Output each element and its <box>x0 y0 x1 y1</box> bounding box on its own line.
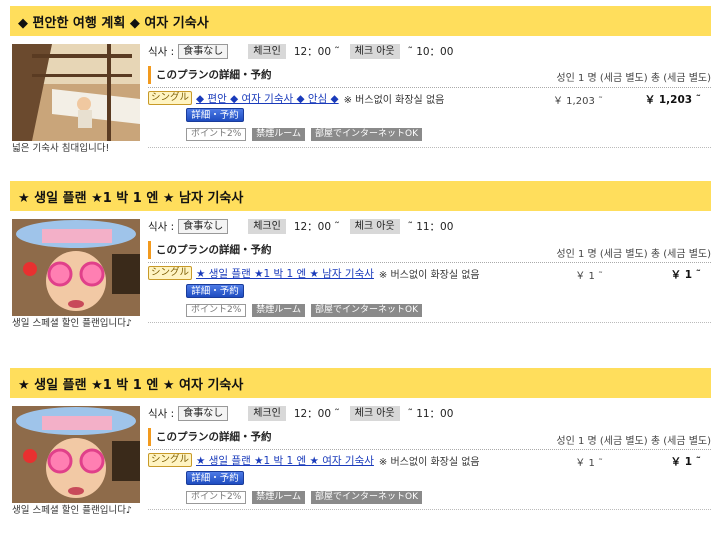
detail-reserve-button[interactable]: 詳細・予約 <box>186 108 244 122</box>
price-adult: ￥ 1,203 ˜ <box>553 96 603 107</box>
checkout-label: 체크 아웃 <box>349 405 400 421</box>
price-header: 성인 1 명 (세금 별도) 총 (세금 별도) <box>556 249 711 260</box>
amenity-icons: ポイント2% 禁煙ルーム 部屋でインターネットOK <box>186 304 428 317</box>
checkout-time: ˜ 11：00 <box>407 220 454 233</box>
meal-value: 食事なし <box>178 43 229 59</box>
price-total: ￥ 1 ˜ <box>670 456 701 468</box>
point-icon: ポイント2% <box>186 304 247 317</box>
plan-photo <box>12 219 140 316</box>
divider <box>148 509 711 510</box>
plan-note: ※ 버스없이 화장실 없음 <box>378 269 480 281</box>
plan-link[interactable]: ★ 생일 플랜 ★1 박 1 엔 ★ 남자 기숙사 <box>196 266 374 281</box>
internet-icon: 部屋でインターネットOK <box>311 128 423 141</box>
checkout-time: ˜ 10：00 <box>407 45 454 58</box>
plan-title: ◆ 편안한 여행 계획 ◆ 여자 기숙사 <box>10 6 711 36</box>
checkin-label: 체크인 <box>248 218 286 234</box>
price-total: ￥ 1,203 ˜ <box>644 94 701 106</box>
meal-value: 食事なし <box>178 218 229 234</box>
plan-photo <box>12 406 140 503</box>
detail-reserve-button[interactable]: 詳細・予約 <box>186 284 244 298</box>
nosmoking-icon: 禁煙ルーム <box>252 128 306 141</box>
checkout-label: 체크 아웃 <box>349 43 400 59</box>
checkin-time: 12：00 ˜ <box>293 45 340 58</box>
photo-caption: 넓은 기숙사 침대입니다! <box>12 143 110 154</box>
room-row: シングル ★ 생일 플랜 ★1 박 1 엔 ★ 남자 기숙사 ※ 버스없이 화장… <box>148 265 480 281</box>
photo-caption: 생일 스페셜 할인 플랜입니다♪ <box>12 505 133 516</box>
meal-label: 식사 : <box>148 407 175 420</box>
room-row: シングル ◆ 편안 ◆ 여자 기숙사 ◆ 안심 ◆ ※ 버스없이 화장실 없음 <box>148 90 444 106</box>
plan-title: ★ 생일 플랜 ★1 박 1 엔 ★ 남자 기숙사 <box>10 181 711 211</box>
internet-icon: 部屋でインターネットOK <box>311 304 423 317</box>
divider <box>148 147 711 148</box>
meal-value: 食事なし <box>178 405 229 421</box>
price-adult: ￥ 1 ˜ <box>575 271 603 282</box>
price-adult: ￥ 1 ˜ <box>575 458 603 469</box>
detail-reserve-button[interactable]: 詳細・予約 <box>186 471 244 485</box>
amenity-icons: ポイント2% 禁煙ルーム 部屋でインターネットOK <box>186 128 428 141</box>
photo-caption: 생일 스페셜 할인 플랜입니다♪ <box>12 318 133 329</box>
plan-meta: 식사 : 食事なし 체크인 12：00 ˜ 체크 아웃 ˜ 11：00 <box>148 218 463 234</box>
room-row: シングル ★ 생일 플랜 ★1 박 1 엔 ★ 여자 기숙사 ※ 버스없이 화장… <box>148 452 480 468</box>
meal-label: 식사 : <box>148 45 175 58</box>
plan-link[interactable]: ★ 생일 플랜 ★1 박 1 엔 ★ 여자 기숙사 <box>196 453 374 468</box>
point-icon: ポイント2% <box>186 128 247 141</box>
nosmoking-icon: 禁煙ルーム <box>252 491 306 504</box>
plan-note: ※ 버스없이 화장실 없음 <box>343 94 445 106</box>
checkin-label: 체크인 <box>248 43 286 59</box>
price-header: 성인 1 명 (세금 별도) 총 (세금 별도) <box>556 73 711 84</box>
plan-meta: 식사 : 食事なし 체크인 12：00 ˜ 체크 아웃 ˜ 10：00 <box>148 43 463 59</box>
amenity-icons: ポイント2% 禁煙ルーム 部屋でインターネットOK <box>186 491 428 504</box>
plan-link[interactable]: ◆ 편안 ◆ 여자 기숙사 ◆ 안심 ◆ <box>196 91 339 106</box>
price-header: 성인 1 명 (세금 별도) 총 (세금 별도) <box>556 436 711 447</box>
checkout-label: 체크 아웃 <box>349 218 400 234</box>
single-room-badge: シングル <box>148 453 193 467</box>
plan-title: ★ 생일 플랜 ★1 박 1 엔 ★ 여자 기숙사 <box>10 368 711 398</box>
internet-icon: 部屋でインターネットOK <box>311 491 423 504</box>
checkin-time: 12：00 ˜ <box>293 220 340 233</box>
divider <box>148 87 711 88</box>
divider <box>148 322 711 323</box>
checkout-time: ˜ 11：00 <box>407 407 454 420</box>
nosmoking-icon: 禁煙ルーム <box>252 304 306 317</box>
checkin-label: 체크인 <box>248 405 286 421</box>
point-icon: ポイント2% <box>186 491 247 504</box>
price-total: ￥ 1 ˜ <box>670 269 701 281</box>
divider <box>148 262 711 263</box>
checkin-time: 12：00 ˜ <box>293 407 340 420</box>
plan-photo <box>12 44 140 141</box>
meal-label: 식사 : <box>148 220 175 233</box>
plan-meta: 식사 : 食事なし 체크인 12：00 ˜ 체크 아웃 ˜ 11：00 <box>148 405 463 421</box>
plan-note: ※ 버스없이 화장실 없음 <box>378 456 480 468</box>
single-room-badge: シングル <box>148 266 193 280</box>
divider <box>148 449 711 450</box>
single-room-badge: シングル <box>148 91 193 105</box>
